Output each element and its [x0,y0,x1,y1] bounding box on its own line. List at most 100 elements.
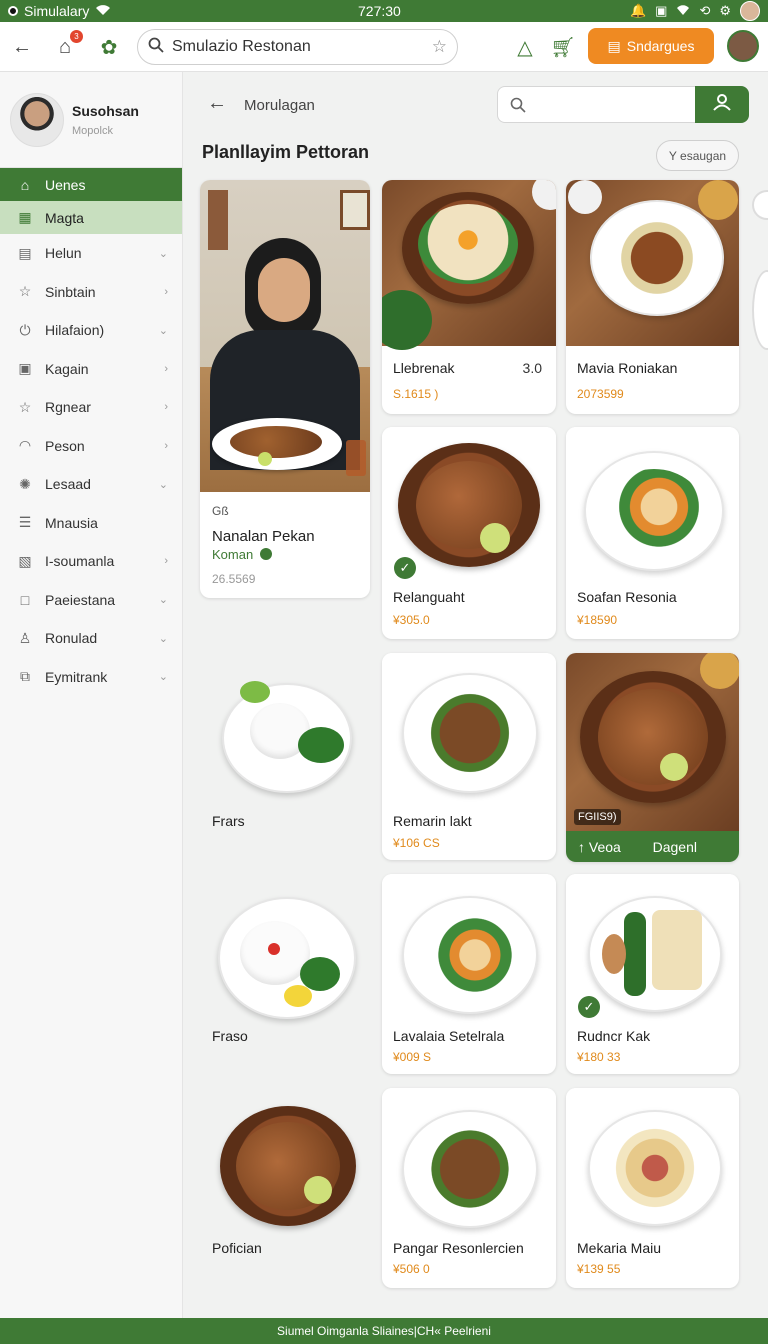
settings-icon: ✺ [19,475,31,492]
check-icon: ✓ [394,557,416,579]
triangle-alert-icon[interactable]: △ [512,34,538,60]
dish-name: Soafan Resonia [577,589,677,605]
dish-price: 2073599 [577,387,624,401]
dish-price: ¥305.0 [393,613,430,627]
favorite-star-icon[interactable]: ☆ [432,37,447,57]
dish-name: Mavia Roniakan [577,360,678,376]
search-icon [148,37,164,58]
dish-name: Remarin lakt [393,813,472,829]
dish-price: ¥106 CS [393,836,440,850]
promo-right-action[interactable]: Dagenl [653,839,697,855]
sidebar-item-home[interactable]: ⌂ Uenes [0,168,182,201]
sync-icon: ⟲ [699,3,711,18]
menu-card[interactable]: Remarin lakt ¥106 CS [382,653,556,860]
sidebar-item-hilafaion[interactable]: ⏻ Hilafaion) ⌄ [0,311,182,350]
star-icon: ☆ [18,283,32,300]
dish-photo [382,1088,556,1238]
menu-item-plain[interactable]: Fraso [200,873,370,1073]
dish-photo [382,874,556,1024]
chevron-down-icon: ⌄ [158,632,168,645]
chevron-right-icon: › [164,439,168,452]
menu-item-plain[interactable]: Pofician [200,1088,370,1288]
chevron-down-icon: ⌄ [158,247,168,260]
sidebar-item-peson[interactable]: ◠ Peson › [0,427,182,466]
sidebar-item-paeiestana[interactable]: □ Paeiestana ⌄ [0,581,182,620]
menu-card[interactable]: Soafan Resonia ¥18590 [566,427,739,639]
menu-card[interactable]: Llebrenak 3.0 S.1615 ) [382,180,556,414]
arrow-up-icon: ↑ [578,838,585,855]
cart-icon[interactable]: 🛒︎ [550,34,576,60]
people-icon: ♙ [18,629,32,646]
sidebar-item-isoumanla[interactable]: ▧ I-soumanla › [0,542,182,581]
document-icon: ▤ [607,37,621,54]
menu-card[interactable]: Pangar Resonlercien ¥506 0 [382,1088,556,1288]
sidebar-item-magta[interactable]: ▦ Magta [0,201,182,234]
status-avatar [740,1,760,21]
user-avatar [10,92,64,147]
menu-card[interactable]: Mavia Roniakan 2073599 [566,180,739,414]
sidebar-item-eymitrank[interactable]: ⧉ Eymitrank ⌄ [0,658,182,697]
star-icon: ☆ [18,398,32,415]
promo-left-action[interactable]: ↑ Veoa [578,839,653,855]
menu-card[interactable]: ✓ Rudncr Kak ¥180 33 [566,874,739,1074]
chevron-down-icon: ⌄ [158,671,168,684]
notification-badge: 3 [70,30,83,43]
chevron-right-icon: › [164,401,168,414]
filter-button[interactable]: Y esaugan [656,140,739,171]
list-icon: ▤ [18,244,32,261]
notification-button[interactable]: ⌂ 3 [52,30,83,60]
primary-action-button[interactable]: ▤ Sndargues [588,28,714,64]
dish-name: Pofician [212,1240,262,1256]
page-title: Planllayim Pettoran [202,142,370,162]
menu-card[interactable]: Mekaria Maiu ¥139 55 [566,1088,739,1288]
dish-price: ¥506 0 [393,1262,430,1276]
breadcrumb: Morulagan [244,97,315,114]
veg-icon [260,548,272,560]
dish-photo [382,653,556,803]
search-icon [510,97,526,113]
promo-tag: FGIIS9) [574,809,621,825]
featured-photo [200,180,370,492]
sidebar-item-helun[interactable]: ▤ Helun ⌄ [0,234,182,273]
featured-subtitle: Koman [212,547,254,562]
sidebar-item-rgnear[interactable]: ☆ Rgnear › [0,388,182,427]
dish-price: ¥139 55 [577,1262,621,1276]
menu-item-plain[interactable]: Frars [200,653,370,853]
sidebar-item-kagain[interactable]: ▣ Kagain › [0,350,182,389]
calendar-icon: ▣ [18,360,32,377]
sidebar-item-sinbtain[interactable]: ☆ Sinbtain › [0,273,182,312]
menu-card[interactable]: ✓ Relanguaht ¥305.0 [382,427,556,639]
promo-action-bar[interactable]: ↑ Veoa Dagenl [566,831,739,862]
dish-photo [566,653,739,831]
profile-avatar[interactable] [727,30,759,62]
dish-name: Relanguaht [393,589,465,605]
featured-card[interactable]: Gß Nanalan Pekan Koman 26.5569 [200,180,370,598]
featured-badge: Gß [212,504,229,518]
chevron-down-icon: ⌄ [158,324,168,337]
bell-icon: ⌂ [58,35,72,58]
dish-price: ¥18590 [577,613,618,627]
user-name: Susohsan [72,102,139,119]
sidebar-item-mnausia[interactable]: ☰ Mnausia [0,504,182,543]
dish-name: Rudncr Kak [577,1028,651,1044]
dish-name: Lavalaia Setelrala [393,1028,505,1044]
promo-card[interactable]: FGIIS9) ↑ Veoa Dagenl [566,653,739,862]
dish-photo [566,427,739,587]
main-search-input[interactable] [497,86,697,123]
notification-bell-icon: 🔔 [629,3,647,18]
user-profile[interactable]: Susohsan Mopolck [0,72,182,168]
power-icon: ⏻ [19,321,31,338]
search-submit-button[interactable] [695,86,749,123]
dish-price: S.1615 ) [393,387,439,401]
clover-icon[interactable]: ✿ [96,34,122,60]
search-text: Smulazio Restonan [172,38,311,55]
search-input[interactable]: Smulazio Restonan ☆ [137,29,458,65]
back-arrow-icon[interactable]: ← [9,34,35,60]
menu-card[interactable]: Lavalaia Setelrala ¥009 S [382,874,556,1074]
sidebar-item-ronulad[interactable]: ♙ Ronulad ⌄ [0,619,182,658]
back-arrow-icon[interactable]: ← [207,92,227,115]
chat-icon: ☰ [18,514,32,531]
home-icon: ⌂ [20,176,30,193]
sidebar-item-lesaad[interactable]: ✺ Lesaad ⌄ [0,465,182,504]
chevron-right-icon: › [164,362,168,375]
